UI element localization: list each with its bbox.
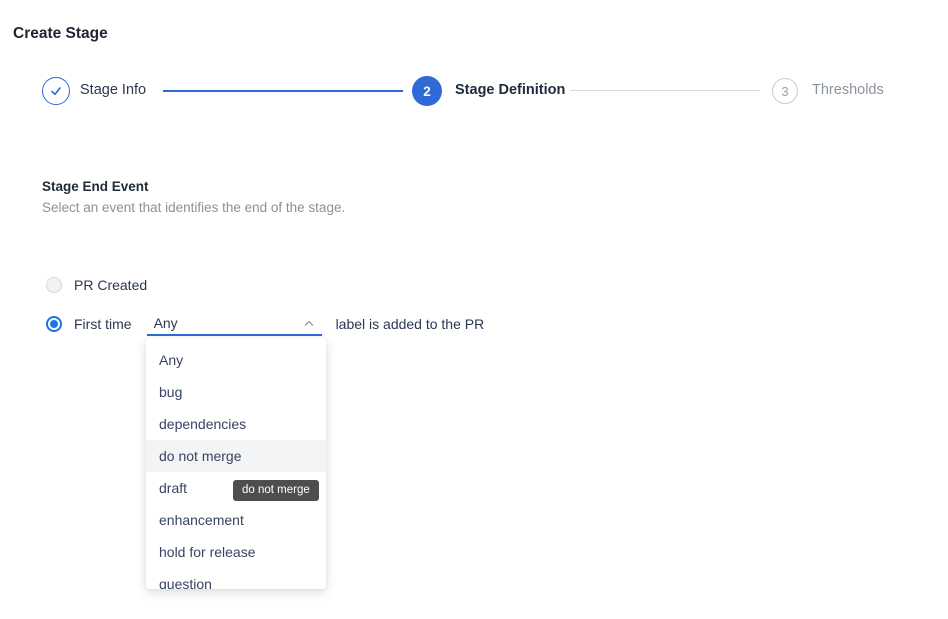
step2-active-circle[interactable]: 2 xyxy=(412,76,442,106)
step3-upcoming-circle[interactable]: 3 xyxy=(772,78,798,104)
label-select-value: Any xyxy=(147,315,178,331)
radio-dot xyxy=(50,320,58,328)
option-first-time-label: First time xyxy=(74,316,132,332)
hover-tooltip: do not merge xyxy=(233,480,319,501)
chevron-up-icon xyxy=(302,316,316,330)
dropdown-item-any[interactable]: Any xyxy=(146,344,326,376)
step2-number: 2 xyxy=(423,84,431,99)
option-pr-created-label: PR Created xyxy=(74,277,147,293)
step3-number: 3 xyxy=(781,84,788,99)
option-first-time[interactable]: First time Any label is added to the PR xyxy=(46,311,484,336)
dropdown-item-question[interactable]: question xyxy=(146,568,326,589)
step1-completed-circle[interactable] xyxy=(42,77,70,105)
option-pr-created[interactable]: PR Created xyxy=(46,277,147,293)
label-dropdown-menu: Any bug dependencies do not merge draft … xyxy=(146,338,326,589)
stepper-connector-upcoming xyxy=(570,90,760,91)
create-stage-page: Create Stage Stage Info 2 Stage Definiti… xyxy=(0,0,948,619)
dropdown-item-hold-for-release[interactable]: hold for release xyxy=(146,536,326,568)
dropdown-item-enhancement[interactable]: enhancement xyxy=(146,504,326,536)
step1-label[interactable]: Stage Info xyxy=(80,82,146,98)
page-title: Create Stage xyxy=(13,25,108,43)
step2-label[interactable]: Stage Definition xyxy=(455,82,565,98)
label-select-suffix: label is added to the PR xyxy=(336,316,485,332)
radio-unselected-icon[interactable] xyxy=(46,277,62,293)
dropdown-item-dependencies[interactable]: dependencies xyxy=(146,408,326,440)
section-title: Stage End Event xyxy=(42,179,149,194)
label-select[interactable]: Any xyxy=(147,311,322,336)
step3-label[interactable]: Thresholds xyxy=(812,82,884,98)
dropdown-item-bug[interactable]: bug xyxy=(146,376,326,408)
radio-selected-icon[interactable] xyxy=(46,316,62,332)
check-icon xyxy=(49,84,63,98)
dropdown-item-do-not-merge[interactable]: do not merge xyxy=(146,440,326,472)
stepper-connector-completed xyxy=(163,90,403,92)
section-subtitle: Select an event that identifies the end … xyxy=(42,200,345,215)
